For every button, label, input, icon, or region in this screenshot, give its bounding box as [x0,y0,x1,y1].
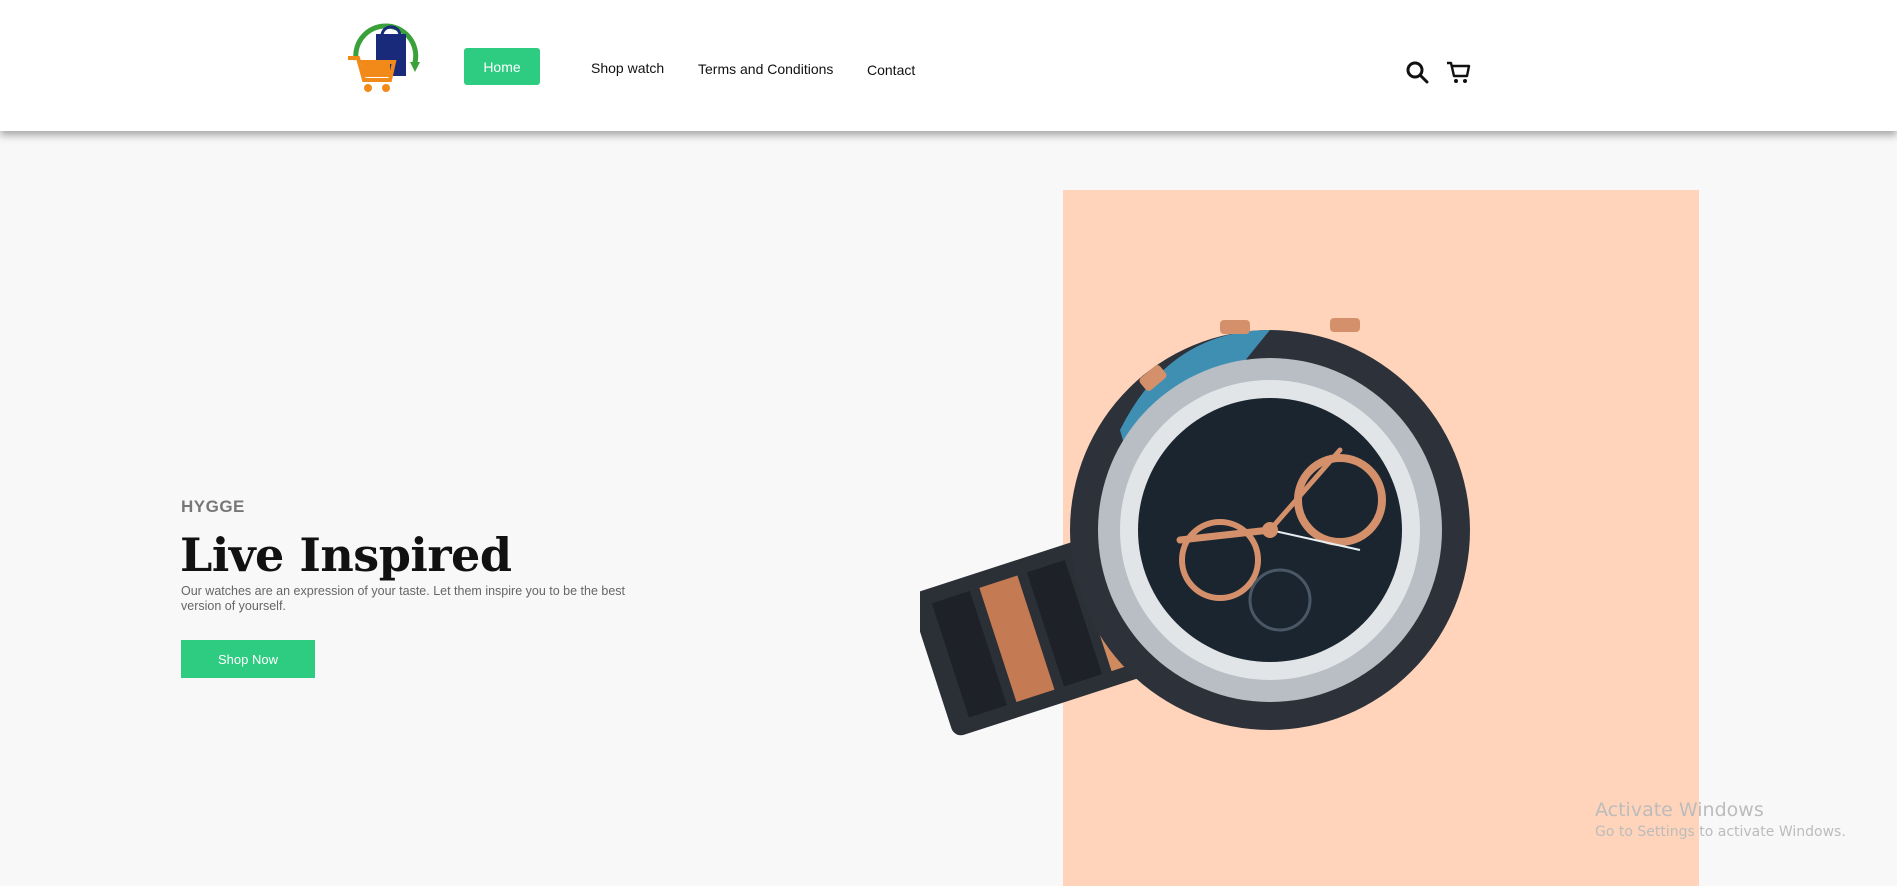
nav-shop-watch-link[interactable]: Shop watch [591,60,664,76]
activate-windows-title: Activate Windows [1595,799,1764,821]
search-icon[interactable] [1405,60,1429,84]
hero-title: Live Inspired [180,528,512,582]
nav-contact-link[interactable]: Contact [867,62,915,78]
hero-eyebrow: HYGGE [181,497,245,516]
hero-subtitle: Our watches are an expression of your ta… [181,584,625,613]
nav-home-button[interactable]: Home [464,48,540,85]
nav-terms-link[interactable]: Terms and Conditions [698,61,833,77]
shop-now-button[interactable]: Shop Now [181,640,315,678]
activate-windows-subtitle: Go to Settings to activate Windows. [1595,824,1846,840]
cart-icon[interactable] [1446,60,1472,84]
site-header: Home Shop watch Terms and Conditions Con… [0,0,1897,131]
watch-image [920,318,1470,736]
logo-icon[interactable] [346,22,426,94]
